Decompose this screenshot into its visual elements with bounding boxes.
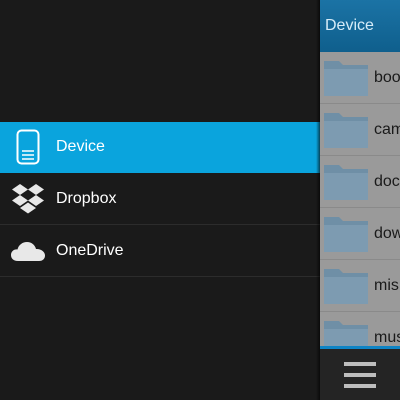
list-item[interactable]: dow: [320, 208, 400, 260]
drawer-item-label: Device: [56, 138, 105, 155]
phone-device-icon: [10, 129, 46, 165]
folder-icon: [323, 109, 369, 149]
folder-name: cam: [374, 120, 400, 138]
panel-title-bar: Device: [320, 0, 400, 52]
drawer-item-label: OneDrive: [56, 242, 124, 259]
hamburger-menu-icon[interactable]: [344, 361, 376, 388]
list-item[interactable]: boo: [320, 52, 400, 104]
folder-list: boo cam doc dow mis mu: [320, 52, 400, 346]
folder-icon: [323, 265, 369, 305]
drawer-item-onedrive[interactable]: OneDrive: [0, 226, 320, 277]
list-item[interactable]: doc: [320, 156, 400, 208]
folder-icon: [323, 213, 369, 253]
folder-name: mus: [374, 328, 400, 346]
folder-name: dow: [374, 224, 400, 242]
file-browser-panel[interactable]: Device boo cam doc dow mis mu: [320, 0, 400, 400]
action-bar: [320, 346, 400, 400]
drawer-item-label: Dropbox: [56, 190, 117, 207]
onedrive-cloud-icon: [10, 233, 46, 269]
panel-title: Device: [325, 17, 374, 34]
folder-name: boo: [374, 68, 400, 86]
folder-name: doc: [374, 172, 400, 190]
list-item[interactable]: mis: [320, 260, 400, 312]
navigation-drawer: Device Dropbox OneDrive: [0, 0, 320, 400]
drawer-item-dropbox[interactable]: Dropbox: [0, 174, 320, 225]
drawer-item-device[interactable]: Device: [0, 122, 320, 173]
dropbox-icon: [10, 181, 46, 217]
list-item[interactable]: cam: [320, 104, 400, 156]
folder-icon: [323, 57, 369, 97]
folder-icon: [323, 161, 369, 201]
list-item[interactable]: mus: [320, 312, 400, 346]
folder-icon: [323, 317, 369, 346]
folder-name: mis: [374, 276, 399, 294]
